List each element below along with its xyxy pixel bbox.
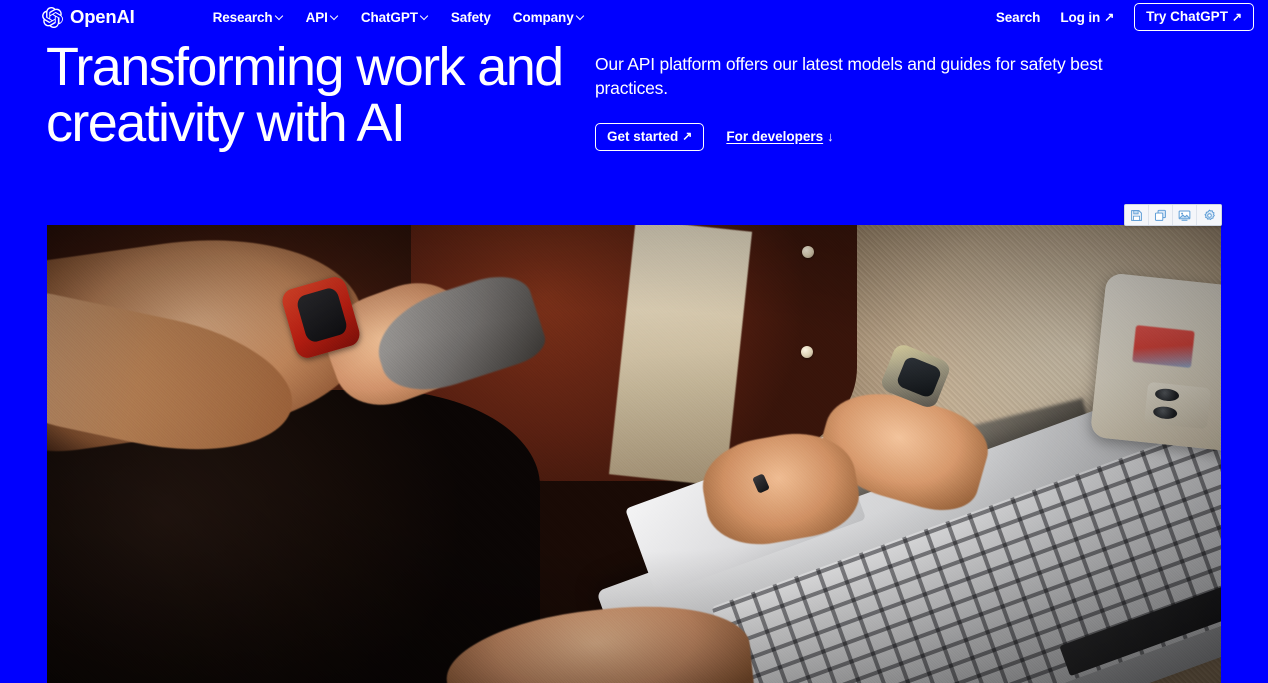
image-icon-button[interactable] [1173,205,1197,225]
chevron-down-icon [276,12,284,20]
copy-duplicate-icon [1154,209,1167,222]
get-started-label: Get started [607,128,679,144]
nav-item-company[interactable]: Company [513,10,585,25]
hero-subhead: Our API platform offers our latest model… [595,54,1103,98]
for-developers-label: For developers [726,129,824,145]
search-button[interactable]: Search [995,9,1041,25]
nav-right-group: Search Log in ↗ Try ChatGPT ↗ [996,3,1254,31]
nav-item-api[interactable]: API [306,10,339,25]
openai-knot-logo-icon [42,6,63,28]
hero-photo-composition [47,225,1221,683]
nav-item-safety-label: Safety [450,9,491,25]
hero-section: Transforming work and creativity with AI… [0,37,1268,153]
nav-item-chatgpt-label: ChatGPT [360,9,418,25]
photo-grain [47,225,1221,683]
brand-name: OpenAI [70,5,135,27]
brand-logo-link[interactable]: OpenAI [42,5,135,28]
arrow-up-right-icon: ↗ [1104,10,1115,24]
save-floppy-icon [1130,209,1143,222]
login-label: Log in [1060,9,1101,25]
nav-item-company-label: Company [512,9,574,25]
nav-item-safety[interactable]: Safety [451,10,491,25]
for-developers-link[interactable]: For developers ↓ [726,129,833,144]
image-icon [1178,209,1191,222]
chevron-down-icon [577,12,585,20]
page-title: Transforming work and creativity with AI [46,37,600,153]
try-chatgpt-button[interactable]: Try ChatGPT ↗ [1134,3,1254,31]
nav-item-research-label: Research [212,9,273,25]
hero-left-column: Transforming work and creativity with AI [0,37,600,153]
navbar: OpenAI Research API ChatGPT Safety Compa… [0,0,1268,34]
nav-item-chatgpt[interactable]: ChatGPT [361,10,429,25]
nav-item-research[interactable]: Research [213,10,284,25]
nav-links: Research API ChatGPT Safety Company [213,10,585,25]
chevron-down-icon [331,12,339,20]
arrow-up-right-icon: ↗ [1231,9,1242,24]
hero-right-column: Our API platform offers our latest model… [595,40,1195,151]
hero-cta-row: Get started ↗ For developers ↓ [595,122,1195,151]
save-floppy-icon-button[interactable] [1125,205,1149,225]
login-link[interactable]: Log in ↗ [1060,10,1114,25]
hero-image [47,225,1221,683]
nav-item-api-label: API [305,9,328,25]
try-chatgpt-label: Try ChatGPT [1146,9,1228,24]
chevron-down-icon [421,12,429,20]
floating-toolbar [1124,204,1222,226]
arrow-up-right-icon: ↗ [682,129,693,144]
headline-line-2: creativity with AI [46,92,406,153]
arrow-down-icon: ↓ [827,129,834,145]
copy-duplicate-icon-button[interactable] [1149,205,1173,225]
page-root: OpenAI Research API ChatGPT Safety Compa… [0,0,1268,683]
search-label: Search [995,9,1041,25]
gear-settings-icon-button[interactable] [1197,205,1221,225]
get-started-button[interactable]: Get started ↗ [595,122,705,151]
gear-settings-icon [1203,208,1216,222]
headline-line-1: Transforming work and [46,37,564,97]
